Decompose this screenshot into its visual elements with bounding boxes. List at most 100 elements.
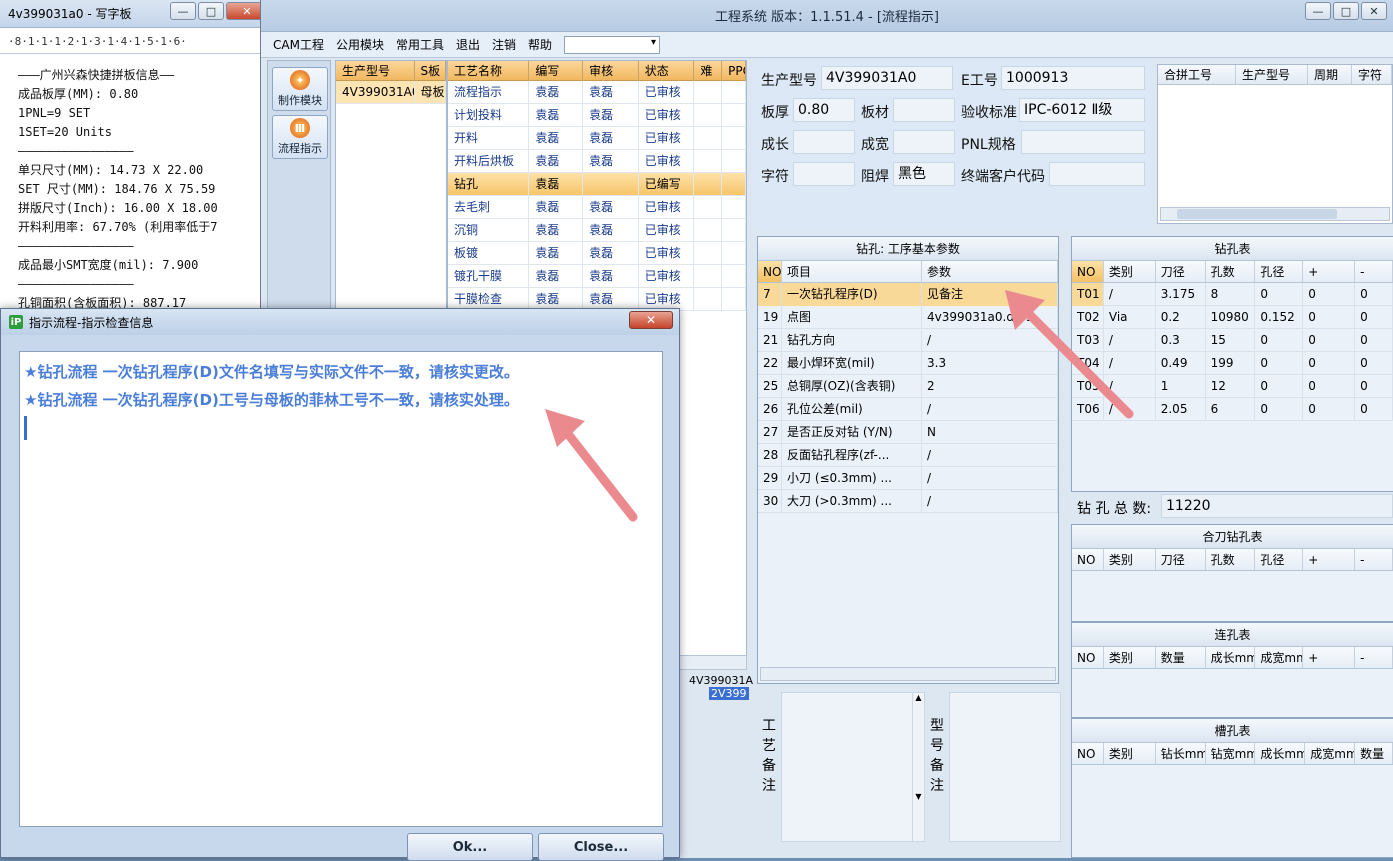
column-header[interactable]: + [1303,549,1356,570]
column-header[interactable]: 数量 [1355,743,1393,764]
col-merge-char[interactable]: 字符 [1352,65,1392,84]
column-header[interactable]: NO [1072,743,1104,764]
thickness-field[interactable]: 0.80 [793,98,855,122]
process-row[interactable]: 板镀 袁磊 袁磊 已审核 [448,241,746,265]
col-param[interactable]: 参数 [922,261,1058,282]
document-line: ———————————————— [18,144,134,158]
process-row[interactable]: 开料后烘板 袁磊 袁磊 已审核 [448,149,746,173]
column-header[interactable]: + [1303,261,1356,282]
standard-field[interactable]: IPC-6012 Ⅱ级 [1019,98,1145,122]
tree-node-selected[interactable]: 2V399 [709,687,749,700]
drill-total-field[interactable]: 11220 [1161,494,1393,518]
process-cell: 袁磊 [529,195,584,219]
col-no[interactable]: NO [758,261,782,282]
column-header[interactable]: 类别 [1104,647,1156,668]
column-header[interactable]: 成宽mm [1255,647,1304,668]
column-header[interactable]: 孔径 [1255,549,1304,570]
process-row[interactable]: 开料 袁磊 袁磊 已审核 [448,126,746,150]
column-header[interactable]: 孔径 [1255,261,1304,282]
process-row[interactable]: 去毛刺 袁磊 袁磊 已审核 [448,195,746,219]
menu-common-modules[interactable]: 公用模块 [336,36,384,53]
pnl-field[interactable] [1021,130,1145,154]
dialog-close-icon[interactable]: ✕ [629,311,673,329]
col-ppc[interactable]: PPC [722,61,746,81]
column-header[interactable]: NO [1072,261,1104,282]
length-field[interactable] [793,130,855,154]
col-item[interactable]: 项目 [782,261,922,282]
column-header[interactable]: NO [1072,549,1104,570]
column-header[interactable]: 类别 [1104,743,1156,764]
process-cell: 袁磊 [529,103,584,127]
process-row[interactable]: 镀孔干膜 袁磊 袁磊 已审核 [448,264,746,288]
wordpad-document[interactable]: ———广州兴森快捷拼板信息—— 成品板厚(MM): 0.80 1PNL=9 SET 1… [18,66,258,313]
mask-field[interactable]: 黑色 [893,162,955,186]
column-header[interactable]: 类别 [1104,261,1156,282]
maximize-button[interactable]: □ [198,2,224,20]
minimize-button[interactable]: — [1305,2,1331,20]
param-row[interactable]: 28 反面钻孔程序(zf-... / [758,443,1058,467]
annotation-arrow [1005,290,1134,419]
col-merge-cycle[interactable]: 周期 [1308,65,1352,84]
eno-field[interactable]: 1000913 [1001,66,1145,90]
column-header[interactable]: 刀径 [1156,549,1206,570]
process-row[interactable]: 计划投料 袁磊 袁磊 已审核 [448,103,746,127]
col-status[interactable]: 状态 [639,61,695,81]
close-button[interactable]: ✕ [1361,2,1387,20]
process-row[interactable]: 沉铜 袁磊 袁磊 已审核 [448,218,746,242]
column-header[interactable]: 孔数 [1206,549,1256,570]
col-s-board[interactable]: S板 [415,61,446,81]
process-remark-box[interactable]: ▲ ▼ [781,692,925,842]
column-header[interactable]: - [1355,549,1393,570]
close-button[interactable]: Close... [538,833,664,861]
product-field[interactable]: 4V399031A0 [821,66,953,90]
column-header[interactable]: 钻长mm [1156,743,1206,764]
flow-indicate-button[interactable]: Ⅲ 流程指示 [272,115,328,159]
menu-exit[interactable]: 退出 [456,36,480,53]
column-header[interactable]: 孔数 [1206,261,1256,282]
col-merge-eno[interactable]: 合拼工号 [1158,65,1236,84]
column-header[interactable]: 类别 [1104,549,1156,570]
menu-tools[interactable]: 常用工具 [396,36,444,53]
minimize-button[interactable]: — [170,2,196,20]
material-field[interactable] [893,98,955,122]
width-field[interactable] [893,130,955,154]
column-header[interactable]: 钻宽mm [1206,743,1256,764]
col-product-model[interactable]: 生产型号 [336,61,415,81]
param-row[interactable]: 29 小刀 (≤0.3mm) ... / [758,466,1058,490]
process-row[interactable]: 流程指示 袁磊 袁磊 已审核 [448,80,746,104]
model-remark-box[interactable] [949,692,1061,842]
menu-help[interactable]: 帮助 [528,36,552,53]
drill-params-scrollbar[interactable] [760,667,1056,681]
tree-node[interactable]: 4V399031A [689,674,753,687]
param-row[interactable]: 27 是否正反对钻 (Y/N) N [758,420,1058,444]
column-header[interactable]: 成宽mm [1305,743,1356,764]
param-row[interactable]: 30 大刀 (>0.3mm) ... / [758,489,1058,513]
ok-button[interactable]: Ok... [407,833,533,861]
col-writer[interactable]: 编写 [529,61,584,81]
column-header[interactable]: - [1355,647,1393,668]
message-line: ★钻孔流程 一次钻孔程序(D)文件名填写与实际文件不一致，请核实更改。 [24,363,519,381]
make-module-button[interactable]: ✦ 制作模块 [272,67,328,111]
col-merge-model[interactable]: 生产型号 [1236,65,1308,84]
column-header[interactable]: 刀径 [1156,261,1206,282]
column-header[interactable]: 成长mm [1206,647,1256,668]
column-header[interactable]: 数量 [1156,647,1206,668]
column-header[interactable]: + [1303,647,1356,668]
customer-field[interactable] [1049,162,1145,186]
process-cell: 袁磊 [583,126,639,150]
menu-logout[interactable]: 注销 [492,36,516,53]
merge-grid-scrollbar[interactable] [1160,207,1390,221]
column-header[interactable]: NO [1072,647,1104,668]
menu-cam[interactable]: CAM工程 [273,36,324,53]
char-field[interactable] [793,162,855,186]
col-reviewer[interactable]: 审核 [583,61,639,81]
col-process[interactable]: 工艺名称 [448,61,530,81]
col-difficulty[interactable]: 难 [694,61,723,81]
product-row[interactable]: 4V399031A0 母板 [336,80,446,104]
product-list-header: 生产型号 S板 [336,61,446,81]
column-header[interactable]: 成长mm [1255,743,1306,764]
menu-combo[interactable] [564,35,661,54]
column-header[interactable]: - [1355,261,1393,282]
maximize-button[interactable]: □ [1333,2,1359,20]
process-row[interactable]: 钻孔 袁磊 已编写 [448,172,746,196]
